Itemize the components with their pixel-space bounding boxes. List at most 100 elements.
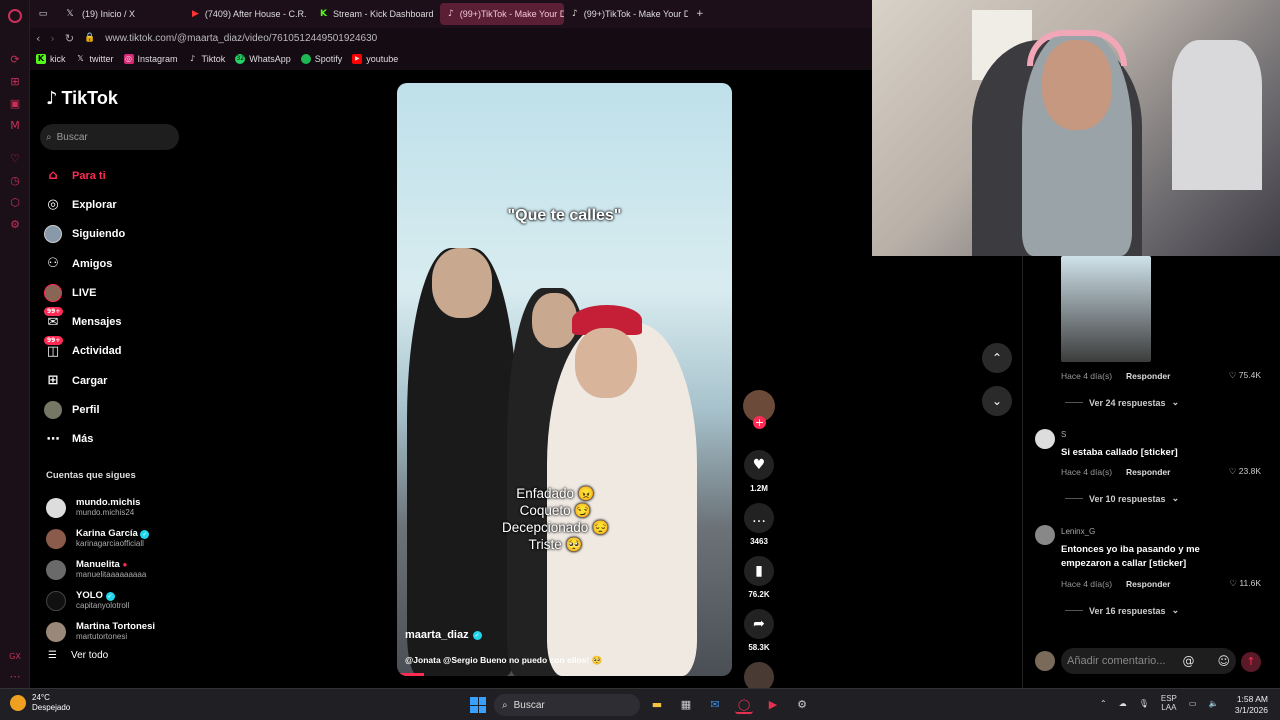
comment-username[interactable]: Leninx_G xyxy=(1061,527,1095,536)
settings-icon[interactable]: ⚙ xyxy=(9,219,21,231)
bookmark-spotify[interactable]: Spotify xyxy=(300,54,342,64)
comment-username[interactable]: S xyxy=(1061,430,1066,439)
video-player[interactable]: "Que te calles" Enfadado 😠 Coqueto 😏 Dec… xyxy=(397,83,732,676)
extensions-icon[interactable]: ⬡ xyxy=(9,197,21,209)
heart-outline-icon: ♡ xyxy=(1229,578,1238,588)
comment-likes[interactable]: ♡ 23.8K xyxy=(1229,466,1261,477)
comment-likes[interactable]: ♡ 75.4K xyxy=(1229,370,1261,381)
follow-plus-icon[interactable]: + xyxy=(753,416,766,429)
opera-gx-icon[interactable]: ◯ xyxy=(735,696,753,714)
tab-x[interactable]: 𝕏 (19) Inicio / X xyxy=(56,3,184,25)
twitch-icon[interactable]: ▣ xyxy=(9,98,21,110)
settings-gear-icon[interactable]: ⚙ xyxy=(793,696,811,714)
tab-kick[interactable]: K Stream - Kick Dashboard xyxy=(312,3,440,25)
comment-likes[interactable]: ♡ 11.6K xyxy=(1229,578,1261,589)
reply-button[interactable]: Responder xyxy=(1126,579,1170,589)
menu-perfil[interactable]: Perfil xyxy=(44,395,184,424)
menu-para-ti[interactable]: ⌂ Para ti xyxy=(44,161,184,190)
bookmark-instagram[interactable]: ◎ Instagram xyxy=(123,54,178,64)
reload-icon[interactable]: ↻ xyxy=(65,32,74,45)
tiktok-icon: ♪ xyxy=(448,9,454,19)
following-name: mundo.michis xyxy=(76,497,141,508)
comment-avatar[interactable] xyxy=(1035,525,1055,545)
tiktok-logo[interactable]: ♪ TikTok xyxy=(46,88,118,109)
history-icon[interactable]: ◷ xyxy=(9,175,21,187)
bookmark-tiktok[interactable]: ♪ Tiktok xyxy=(188,54,226,64)
share-button[interactable]: ➦ 58.3K xyxy=(740,609,778,652)
bookmark-whatsapp[interactable]: 32 WhatsApp xyxy=(235,54,291,64)
view-replies-button[interactable]: Ver 16 respuestas ⌄ xyxy=(1065,605,1179,616)
back-icon[interactable]: ‹ xyxy=(36,32,40,45)
following-item[interactable]: mundo.michis mundo.michis24 xyxy=(46,492,186,523)
author-avatar[interactable]: + xyxy=(743,390,775,429)
tab-tiktok[interactable]: ♪ (99+)TikTok - Make Your D xyxy=(564,3,688,25)
reply-button[interactable]: Responder xyxy=(1126,371,1170,381)
heart-icon[interactable]: ♡ xyxy=(9,153,21,165)
menu-mas[interactable]: ⋯ Más xyxy=(44,425,184,454)
tab-label: (99+)TikTok - Make Your D xyxy=(459,9,564,19)
next-video-button[interactable]: ⌄ xyxy=(982,386,1012,416)
comment-button[interactable]: … 3463 xyxy=(740,503,778,546)
reply-button[interactable]: Responder xyxy=(1126,467,1170,477)
display-icon[interactable]: ▭ xyxy=(1189,699,1197,708)
language-indicator[interactable]: ESP LAA xyxy=(1161,694,1177,712)
view-replies-button[interactable]: Ver 24 respuestas ⌄ xyxy=(1065,397,1179,408)
save-button[interactable]: ▮ 76.2K xyxy=(740,556,778,599)
following-item[interactable]: YOLO ✓ capitanyolotroll xyxy=(46,585,186,616)
menu-amigos[interactable]: ⚇ Amigos xyxy=(44,249,184,278)
see-all-button[interactable]: ☰ Ver todo xyxy=(48,650,108,661)
tray-chevron-icon[interactable]: ⌃ xyxy=(1100,699,1107,708)
emoji-icon[interactable]: ☺ xyxy=(1217,654,1230,668)
lock-icon[interactable]: 🔒 xyxy=(84,33,95,43)
comment-input[interactable]: Añadir comentario... @ ☺ xyxy=(1061,648,1236,674)
menu-mensajes[interactable]: ✉ 99+ Mensajes xyxy=(44,307,184,336)
search-input[interactable]: ⌕ Buscar xyxy=(40,124,179,150)
send-comment-button[interactable]: ↑ xyxy=(1241,652,1261,672)
bookmark-twitter[interactable]: 𝕏twitter xyxy=(76,54,113,64)
gx-icon[interactable]: GX xyxy=(9,651,21,663)
store-icon[interactable]: ▦ xyxy=(677,696,695,714)
tab-actions[interactable]: ▭ xyxy=(30,3,56,25)
url-field[interactable]: www.tiktok.com/@maarta_diaz/video/761051… xyxy=(105,33,377,44)
following-item[interactable]: Martina Tortonesi martutortonesi xyxy=(46,616,186,647)
video-author[interactable]: maarta_diaz ✓ xyxy=(405,629,482,641)
clock[interactable]: 1:58 AM 3/1/2026 xyxy=(1235,694,1268,716)
mail-icon[interactable]: ✉ xyxy=(706,696,724,714)
tab-youtube[interactable]: ▶ (7409) After House - C.R. xyxy=(184,3,312,25)
like-button[interactable]: ♥ 1.2M xyxy=(740,450,778,493)
speed-dial-icon[interactable]: ⟳ xyxy=(9,54,21,66)
weather-widget[interactable]: 24°C Despejado xyxy=(10,693,70,713)
bookmark-label: Tiktok xyxy=(201,54,226,64)
speaker-icon[interactable]: 🔈 xyxy=(1208,699,1218,708)
menu-explorar[interactable]: ◎ Explorar xyxy=(44,190,184,219)
microphone-icon[interactable]: 🎙 xyxy=(1139,699,1149,708)
bookmark-youtube[interactable]: ▶ youtube xyxy=(352,54,398,64)
start-button[interactable] xyxy=(470,697,486,713)
menu-live[interactable]: LIVE xyxy=(44,278,184,307)
cloud-icon[interactable]: ☁ xyxy=(1119,699,1127,708)
menu-cargar[interactable]: ⊞ Cargar xyxy=(44,366,184,395)
comment-avatar[interactable] xyxy=(1035,429,1055,449)
search-icon: ⌕ xyxy=(502,699,508,711)
video-progress-bar[interactable] xyxy=(397,673,424,676)
m-icon[interactable]: M xyxy=(9,120,21,132)
tab-tiktok-active[interactable]: ♪ (99+)TikTok - Make Your D xyxy=(440,3,564,25)
taskbar-search[interactable]: ⌕ Buscar xyxy=(494,694,640,716)
following-item[interactable]: Karina García ✓ karinagarciaofficiall xyxy=(46,523,186,554)
new-tab-button[interactable]: + xyxy=(688,3,708,25)
app-red-icon[interactable]: ▶ xyxy=(764,696,782,714)
menu-actividad[interactable]: ◫ 99+ Actividad xyxy=(44,336,184,366)
forward-icon[interactable]: › xyxy=(50,32,54,45)
previous-video-button[interactable]: ⌃ xyxy=(982,343,1012,373)
view-replies-button[interactable]: Ver 10 respuestas ⌄ xyxy=(1065,493,1179,504)
bag-icon[interactable]: ⊞ xyxy=(9,76,21,88)
menu-siguiendo[interactable]: Siguiendo xyxy=(44,220,184,249)
more-dots-icon[interactable]: ⋯ xyxy=(9,671,21,683)
kick-icon: K xyxy=(320,9,327,19)
mention-icon[interactable]: @ xyxy=(1182,654,1194,668)
following-item[interactable]: Manuelita ● manuelitaaaaaaaaa xyxy=(46,554,186,585)
opera-logo-icon[interactable] xyxy=(8,9,22,23)
comment-time: Hace 4 día(s) xyxy=(1061,370,1113,381)
file-explorer-icon[interactable]: ▬ xyxy=(648,696,666,714)
bookmark-kick[interactable]: Kkick xyxy=(36,54,66,64)
